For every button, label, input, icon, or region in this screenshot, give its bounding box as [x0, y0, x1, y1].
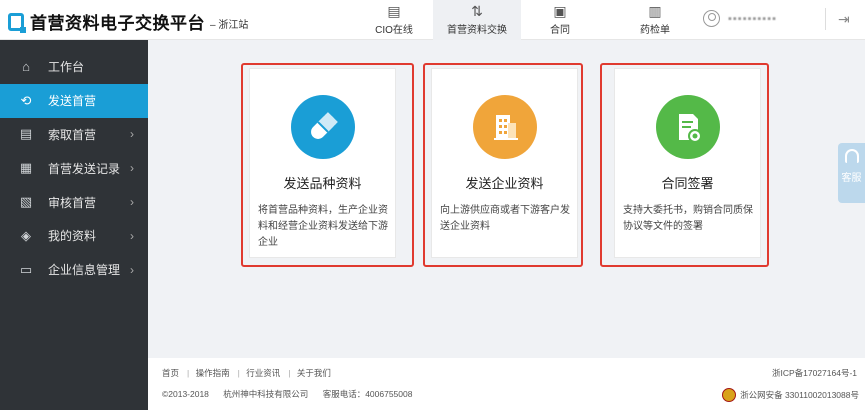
sidebar-item-label: 索取首营 [48, 127, 97, 142]
main-content: 发送品种资料 将首营品种资料，生产企业资料和经营企业资料发送给下游企业 发送企业… [148, 40, 838, 358]
clipboard-icon: ▦ [19, 160, 33, 176]
sidebar-item-label: 发送首营 [48, 94, 97, 109]
footer-link-about[interactable]: 关于我们 [297, 368, 331, 378]
customer-service-button[interactable]: 客服 [838, 143, 865, 203]
document-list-icon: ▤ [387, 3, 401, 19]
sidebar-item-label: 首营发送记录 [48, 161, 121, 176]
card-title: 发送企业资料 [465, 176, 544, 191]
card-description: 向上游供应商或者下游客户发送企业资料 [440, 205, 570, 232]
footer-link-home[interactable]: 首页 [162, 368, 179, 378]
report-icon: ▥ [648, 3, 662, 19]
topnav-exchange[interactable]: ⇅ 首营资料交换 [433, 0, 521, 40]
sidebar-item-label: 我的资料 [48, 229, 97, 244]
card-description: 支持大委托书，购销合同质保协议等文件的签署 [623, 205, 753, 232]
logout-icon[interactable]: ⇥ [838, 11, 850, 28]
sidebar-item-workbench[interactable]: ⌂ 工作台 [0, 50, 148, 84]
icp-license[interactable]: 浙ICP备17027164号-1 [772, 367, 857, 379]
chevron-right-icon: › [130, 228, 134, 243]
topnav-drug-report[interactable]: ▥ 药检单 [620, 0, 690, 40]
police-record[interactable]: 浙公网安备 33011002013088号 [722, 388, 859, 402]
logo-mark-icon [8, 12, 26, 33]
chevron-right-icon: › [130, 127, 134, 142]
service-phone: 客服电话：4006755008 [322, 389, 413, 399]
topnav-label: 合同 [550, 25, 570, 36]
card-send-enterprise[interactable]: 发送企业资料 向上游供应商或者下游客户发送企业资料 [431, 68, 578, 258]
card-title: 发送品种资料 [283, 176, 362, 191]
sidebar-item-enterprise-info[interactable]: ▭ 企业信息管理 › [0, 253, 148, 287]
chevron-right-icon: › [130, 195, 134, 210]
sidebar-item-send-first[interactable]: ⟲ 发送首营 [0, 83, 148, 118]
site-region: – 浙江站 [210, 20, 249, 31]
layers-icon: ◈ [21, 227, 31, 243]
building-icon: ▭ [19, 261, 33, 277]
topnav-cio-online[interactable]: ▤ CIO在线 [355, 0, 433, 40]
topnav-label: 药检单 [640, 25, 670, 36]
contract-icon: ▣ [553, 3, 567, 19]
sidebar-item-my-documents[interactable]: ◈ 我的资料 › [0, 219, 148, 253]
company-name: 杭州神中科技有限公司 [223, 389, 309, 399]
sidebar-item-label: 工作台 [48, 60, 85, 75]
topnav-label: CIO在线 [375, 25, 413, 36]
contract-seal-icon [656, 95, 720, 159]
app-title: 首营资料电子交换平台 [30, 14, 205, 33]
card-title: 合同签署 [661, 176, 714, 191]
sidebar-item-label: 审核首营 [48, 195, 97, 210]
logo[interactable]: 首营资料电子交换平台 – 浙江站 [8, 9, 248, 34]
topnav-label: 首营资料交换 [447, 25, 507, 36]
building-icon [473, 95, 537, 159]
card-send-product[interactable]: 发送品种资料 将首营品种资料，生产企业资料和经营企业资料发送给下游企业 [249, 68, 396, 258]
headset-icon [844, 149, 859, 163]
header-divider [825, 8, 826, 30]
footer-link-guide[interactable]: 操作指南 [196, 368, 230, 378]
top-header: 首营资料电子交换平台 – 浙江站 ▤ CIO在线 ⇅ 首营资料交换 ▣ 合同 ▥… [0, 0, 865, 40]
pill-icon [291, 95, 355, 159]
review-icon: ▧ [19, 194, 33, 210]
footer-links: 首页 | 操作指南 | 行业资讯 | 关于我们 [162, 368, 331, 378]
footer-link-news[interactable]: 行业资讯 [246, 368, 280, 378]
footer-copyright: ©2013-2018 杭州神中科技有限公司 客服电话：4006755008 [162, 388, 424, 400]
home-icon: ⌂ [22, 59, 30, 75]
exchange-arrows-icon: ⇅ [471, 3, 483, 19]
sidebar-item-send-records[interactable]: ▦ 首营发送记录 › [0, 151, 148, 185]
card-contract-sign[interactable]: 合同签署 支持大委托书，购销合同质保协议等文件的签署 [614, 68, 761, 258]
card-description: 将首营品种资料，生产企业资料和经营企业资料发送给下游企业 [258, 205, 388, 248]
police-record-text: 浙公网安备 33011002013088号 [740, 390, 859, 400]
user-name: ▪▪▪▪▪▪▪▪▪▪ [728, 12, 777, 25]
sidebar-item-request-first[interactable]: ▤ 索取首营 › [0, 118, 148, 152]
footer: 首页 | 操作指南 | 行业资讯 | 关于我们 ©2013-2018 杭州神中科技有限… [148, 358, 865, 410]
topnav-contract[interactable]: ▣ 合同 [521, 0, 599, 40]
send-loop-icon: ⟲ [20, 92, 32, 108]
sidebar-item-label: 企业信息管理 [48, 263, 121, 278]
chevron-right-icon: › [130, 161, 134, 176]
request-doc-icon: ▤ [19, 126, 33, 142]
copyright-years: ©2013-2018 [162, 389, 209, 399]
sidebar-item-review-first[interactable]: ▧ 审核首营 › [0, 185, 148, 219]
user-avatar-icon [703, 10, 720, 27]
customer-service-label: 客服 [841, 173, 862, 184]
user-menu[interactable]: ▪▪▪▪▪▪▪▪▪▪ [703, 10, 808, 27]
chevron-right-icon: › [130, 262, 134, 277]
police-emblem-icon [722, 388, 737, 402]
sidebar: ⌂ 工作台 ⟲ 发送首营 ▤ 索取首营 › ▦ 首营发送记录 › ▧ 审核首营 … [0, 40, 148, 410]
